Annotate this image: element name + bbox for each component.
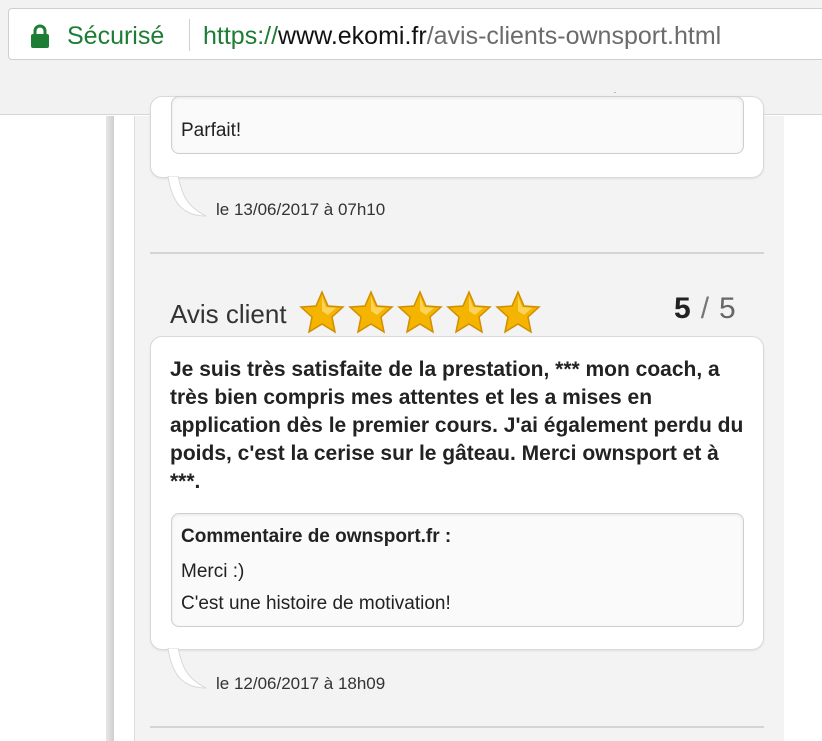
rating-max: 5 (719, 292, 736, 325)
rating-score: 5 / 5 (674, 292, 736, 326)
review-separator (150, 252, 764, 254)
secure-label: Sécurisé (67, 22, 165, 50)
star-icon (348, 290, 394, 334)
url-text[interactable]: https://www.ekomi.fr/avis-clients-ownspo… (203, 22, 721, 51)
rating-slash: / (700, 292, 710, 325)
address-divider (189, 19, 190, 51)
lock-icon (31, 24, 49, 48)
star-icon (299, 290, 345, 334)
review-title: Avis client (170, 299, 287, 329)
review-date: le 12/06/2017 à 18h09 (216, 674, 386, 693)
review-body: Je suis très satisfaite de la prestation… (170, 358, 744, 493)
star-icon (495, 290, 541, 334)
previous-reply-box (171, 96, 744, 154)
merchant-reply-line: Merci :) (181, 561, 245, 582)
column-shadow (106, 116, 114, 741)
speech-tail (167, 648, 207, 689)
url-path: /avis-clients-ownsport.html (426, 22, 722, 50)
url-scheme: https:// (203, 22, 279, 50)
merchant-reply-line: C'est une histoire de motivation! (181, 593, 451, 614)
star-icon (397, 290, 443, 334)
review-separator (150, 726, 764, 728)
rating-stars (298, 290, 542, 334)
star-icon (446, 290, 492, 334)
address-bar[interactable]: Sécurisé https://www.ekomi.fr/avis-clien… (8, 8, 822, 60)
page: Parfait! le 13/06/2017 à 07h10 Avis clie… (0, 96, 822, 741)
merchant-reply-title: Commentaire de ownsport.fr : (181, 526, 452, 547)
rating-value: 5 (674, 292, 691, 325)
previous-reply-text: Parfait! (181, 120, 242, 141)
url-host: www.ekomi.fr (278, 22, 427, 50)
toolbar-dot (614, 92, 616, 93)
previous-review-date: le 13/06/2017 à 07h10 (216, 200, 386, 219)
speech-tail (167, 176, 207, 217)
